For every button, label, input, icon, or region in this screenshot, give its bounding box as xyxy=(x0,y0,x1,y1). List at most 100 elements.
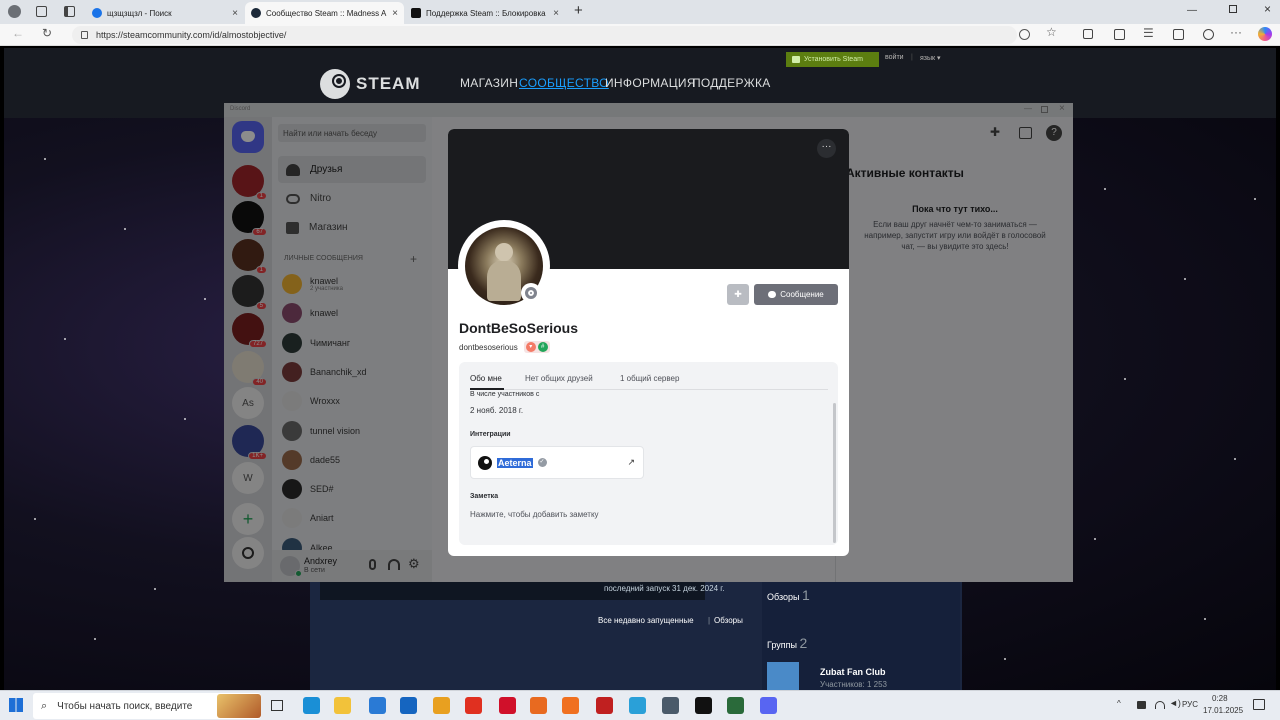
note-input[interactable]: Нажмите, чтобы добавить заметку xyxy=(470,510,599,519)
steam-nav-store[interactable]: МАГАЗИН xyxy=(460,76,518,90)
reload-icon[interactable]: ↻ xyxy=(42,26,52,40)
read-aloud-icon[interactable] xyxy=(1019,29,1030,40)
settings-more-icon[interactable]: ··· xyxy=(1230,25,1242,39)
reviews-label: Обзоры xyxy=(767,592,800,602)
restore-icon[interactable] xyxy=(1229,5,1237,13)
telegram-icon[interactable] xyxy=(629,697,646,714)
favorite-star-icon[interactable]: ☆ xyxy=(1046,25,1057,39)
tab-mutual-servers[interactable]: 1 общий сервер xyxy=(620,374,679,383)
store-icon[interactable] xyxy=(369,697,386,714)
note-label: Заметка xyxy=(470,493,499,500)
favorites-icon[interactable]: ☰ xyxy=(1143,26,1154,40)
offline-status-icon xyxy=(521,283,541,303)
taskbar-search-placeholder: Чтобы начать поиск, введите xyxy=(57,700,193,712)
firefox-icon[interactable] xyxy=(530,697,547,714)
discord-icon[interactable] xyxy=(760,697,777,714)
reviews-link[interactable]: Обзоры xyxy=(714,616,743,625)
close-window-icon[interactable]: × xyxy=(1264,2,1271,16)
divider: | xyxy=(708,616,711,625)
tag-badge-icon[interactable]: # xyxy=(537,342,548,352)
task-view-icon[interactable] xyxy=(271,700,283,711)
language-indicator[interactable]: РУС xyxy=(1182,700,1198,709)
back-icon[interactable]: ← xyxy=(12,26,24,40)
browser-address-bar: ← ↻ https://steamcommunity.com/id/almost… xyxy=(0,24,1280,46)
search-icon xyxy=(92,8,102,18)
folder-icon[interactable] xyxy=(334,697,351,714)
new-tab-button[interactable]: + xyxy=(574,2,583,19)
steam-nav-community[interactable]: СООБЩЕСТВО xyxy=(519,76,609,90)
browser-tab-steam-support[interactable]: Поддержка Steam :: Блокировка × xyxy=(405,2,565,24)
groups-count: 2 xyxy=(799,635,808,651)
device-icon[interactable] xyxy=(1137,701,1146,709)
message-button[interactable]: Сообщение xyxy=(754,284,838,305)
chrome-icon[interactable] xyxy=(433,697,450,714)
volume-icon[interactable]: ◄) xyxy=(1169,698,1181,708)
close-icon[interactable]: × xyxy=(553,8,559,19)
workspaces-icon[interactable] xyxy=(36,6,47,17)
taskbar-search-input[interactable]: ⌕ Чтобы начать поиск, введите xyxy=(33,693,261,719)
install-steam-button[interactable]: Установить Steam xyxy=(786,52,879,67)
steam-icon[interactable] xyxy=(662,697,679,714)
external-link-icon[interactable]: ↗ xyxy=(627,457,635,468)
yandex-icon[interactable] xyxy=(465,697,482,714)
steam-support-icon xyxy=(411,8,421,18)
extensions-icon[interactable] xyxy=(1083,29,1093,39)
firefox-dev-icon[interactable] xyxy=(562,697,579,714)
tab-about-me[interactable]: Обо мне xyxy=(470,374,502,383)
split-screen-icon[interactable] xyxy=(1114,29,1125,40)
close-icon[interactable]: × xyxy=(232,8,238,19)
avatar-knight-helmet xyxy=(495,243,513,261)
login-link[interactable]: войти xyxy=(885,54,904,61)
edge-icon[interactable] xyxy=(303,697,320,714)
avatar-knight-body xyxy=(487,261,521,301)
group-avatar[interactable] xyxy=(767,662,799,690)
wifi-icon[interactable] xyxy=(1155,701,1165,709)
chevron-up-icon[interactable]: ^ xyxy=(1117,699,1121,708)
tab-mutual-friends[interactable]: Нет общих друзей xyxy=(525,374,593,383)
last-launch-text: последний запуск 31 дек. 2024 г. xyxy=(604,584,725,593)
clock-date[interactable]: 17.01.2025 xyxy=(1203,706,1243,715)
more-options-button[interactable]: ··· xyxy=(817,139,836,158)
browser-tab-steam-community[interactable]: Сообщество Steam :: Madness A × xyxy=(245,2,404,24)
minimize-icon[interactable]: — xyxy=(1187,5,1197,16)
browser-essentials-icon[interactable] xyxy=(1203,29,1214,40)
steam-icon xyxy=(478,455,492,470)
search-highlight-icon xyxy=(217,694,261,718)
collections-icon[interactable] xyxy=(1173,29,1184,40)
add-friend-button[interactable]: ✚ xyxy=(727,284,749,305)
language-label: язык xyxy=(920,55,936,62)
outlook-icon[interactable] xyxy=(400,697,417,714)
capcut-icon[interactable] xyxy=(695,697,712,714)
steam-nav-about[interactable]: ИНФОРМАЦИЯ xyxy=(605,76,696,90)
steam-icon xyxy=(251,8,261,18)
notifications-icon[interactable] xyxy=(1253,699,1265,710)
steam-integration-card[interactable]: Aeterna ✓ ↗ xyxy=(470,446,644,479)
steam-logo-text: STEAM xyxy=(356,74,421,93)
integrations-label: Интеграции xyxy=(470,431,511,438)
steam-nav-support[interactable]: ПОДДЕРЖКА xyxy=(692,76,771,90)
group-members: Участников: 1 253 xyxy=(820,680,888,689)
groups-heading[interactable]: Группы 2 xyxy=(767,635,807,651)
url-field[interactable]: https://steamcommunity.com/id/almostobje… xyxy=(72,26,1017,44)
app-icon[interactable] xyxy=(727,697,744,714)
group-name[interactable]: Zubat Fan Club xyxy=(820,667,886,677)
tab-divider xyxy=(470,389,828,390)
scrollbar[interactable] xyxy=(833,403,836,543)
recent-games-link[interactable]: Все недавно запущенные xyxy=(598,616,694,625)
clock-time[interactable]: 0:28 xyxy=(1212,694,1228,703)
tab-actions-icon[interactable] xyxy=(64,6,75,17)
integration-name: Aeterna xyxy=(497,457,533,468)
windows-start-icon[interactable] xyxy=(9,698,23,712)
profile-icon[interactable] xyxy=(8,5,21,18)
member-since-value: 2 нояб. 2018 г. xyxy=(470,406,524,415)
close-icon[interactable]: × xyxy=(392,8,398,19)
browser-tab-search[interactable]: щзщзщзл - Поиск × xyxy=(86,2,244,24)
steam-logo[interactable]: STEAM xyxy=(320,69,421,99)
opera-icon[interactable] xyxy=(499,697,516,714)
language-dropdown[interactable]: язык ▾ xyxy=(920,54,941,62)
tab-title: Поддержка Steam :: Блокировка xyxy=(426,8,546,18)
opera-gx-icon[interactable] xyxy=(596,697,613,714)
copilot-icon[interactable] xyxy=(1258,27,1272,41)
reviews-heading[interactable]: Обзоры 1 xyxy=(767,587,810,603)
hypesquad-badge-icon[interactable]: ▾ xyxy=(525,342,536,352)
